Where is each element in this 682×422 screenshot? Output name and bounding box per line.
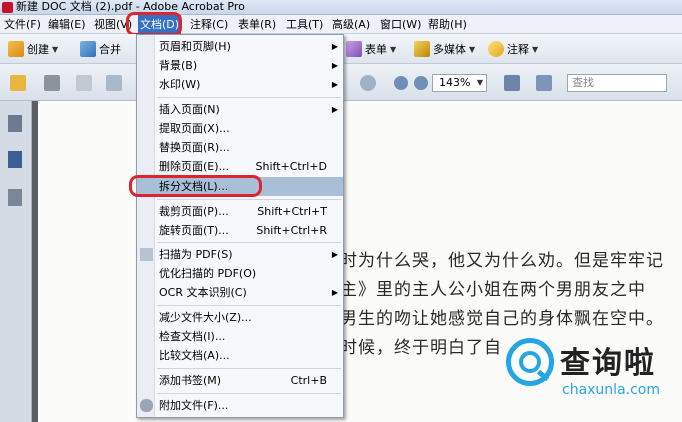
- menu-comments[interactable]: 注释(C): [188, 15, 230, 34]
- menu-advanced[interactable]: 高级(A): [330, 15, 372, 34]
- zoom-tool-icon[interactable]: [360, 75, 376, 91]
- email-icon[interactable]: [106, 75, 122, 91]
- shortcut-label: Ctrl+B: [290, 374, 327, 387]
- bookmarks-icon[interactable]: [8, 151, 22, 168]
- site-watermark: 查询啦 chaxunla.com: [500, 330, 682, 422]
- document-line-4: 时候，终于明白了自: [340, 338, 502, 358]
- fit-page-icon[interactable]: [536, 75, 552, 91]
- menu-divider: [157, 199, 341, 200]
- submenu-arrow-icon: ▶: [331, 61, 338, 70]
- menu-item-optimize-scanned-pdf[interactable]: 优化扫描的 PDF(O): [137, 264, 343, 283]
- create-label: 创建: [27, 43, 49, 56]
- multimedia-icon: [414, 41, 430, 57]
- document-line-1: 时为什么哭，他又为什么劝。但是牢牢记: [340, 251, 664, 271]
- magnifier-logo-icon: [506, 338, 554, 386]
- menu-tools[interactable]: 工具(T): [284, 15, 325, 34]
- paperclip-icon: [140, 399, 153, 412]
- submenu-arrow-icon: ▶: [331, 42, 338, 51]
- combine-label: 合并: [99, 43, 121, 56]
- menu-divider: [157, 242, 341, 243]
- document-line-2: 主》里的主人公小姐在两个男朋友之中: [340, 280, 646, 300]
- find-placeholder: 查找: [572, 76, 594, 89]
- forms-button[interactable]: 表单 ▼: [346, 41, 396, 57]
- menu-divider: [157, 393, 341, 394]
- signatures-icon[interactable]: [8, 189, 22, 206]
- pages-icon[interactable]: [8, 115, 22, 132]
- watermark-url: chaxunla.com: [562, 382, 660, 398]
- zoom-in-icon[interactable]: [414, 76, 428, 90]
- menu-item-crop-pages[interactable]: 裁剪页面(P)... Shift+Ctrl+T: [137, 202, 343, 221]
- menu-forms[interactable]: 表单(R): [236, 15, 278, 34]
- submenu-arrow-icon: ▶: [331, 250, 338, 259]
- menu-item-replace-pages[interactable]: 替换页面(R)...: [137, 138, 343, 157]
- comment-bubble-icon: [488, 41, 504, 57]
- create-button[interactable]: 创建 ▼: [8, 41, 58, 57]
- open-folder-icon[interactable]: [10, 75, 26, 91]
- save-icon[interactable]: [76, 75, 92, 91]
- navigation-pane: [0, 101, 32, 422]
- chevron-down-icon: ▼: [532, 44, 539, 54]
- document-menu-highlight-ring: [126, 12, 182, 36]
- menu-item-add-bookmark[interactable]: 添加书签(M) Ctrl+B: [137, 371, 343, 390]
- fit-width-icon[interactable]: [504, 75, 520, 91]
- menu-item-rotate-pages[interactable]: 旋转页面(T)... Shift+Ctrl+R: [137, 221, 343, 240]
- menu-file[interactable]: 文件(F): [2, 15, 43, 34]
- menu-divider: [157, 368, 341, 369]
- combine-button[interactable]: 合并: [80, 41, 121, 57]
- combine-files-icon: [80, 41, 96, 57]
- shortcut-label: Shift+Ctrl+R: [256, 224, 327, 237]
- menu-item-compare-documents[interactable]: 比较文档(A)...: [137, 346, 343, 365]
- print-icon[interactable]: [44, 75, 60, 91]
- menu-item-examine-document[interactable]: 检查文档(I)...: [137, 327, 343, 346]
- menu-edit[interactable]: 编辑(E): [46, 15, 88, 34]
- comment-button[interactable]: 注释 ▼: [488, 41, 538, 57]
- shortcut-label: Shift+Ctrl+D: [255, 160, 327, 173]
- menu-bar: 文件(F) 编辑(E) 视图(V) 文档(D) 注释(C) 表单(R) 工具(T…: [0, 15, 682, 34]
- menu-item-insert-pages[interactable]: 插入页面(N) ▶: [137, 100, 343, 119]
- scanner-icon: [140, 248, 153, 261]
- menu-item-attach-file[interactable]: 附加文件(F)...: [137, 396, 343, 415]
- zoom-value: 143%: [439, 76, 471, 89]
- multimedia-button[interactable]: 多媒体 ▼: [414, 41, 475, 57]
- shortcut-label: Shift+Ctrl+T: [257, 205, 327, 218]
- chevron-down-icon: ▼: [476, 78, 483, 87]
- comment-label: 注释: [507, 43, 529, 56]
- zoom-level-field[interactable]: 143% ▼: [432, 74, 487, 92]
- split-document-highlight-ring: [129, 175, 262, 197]
- acrobat-app-icon: [2, 2, 13, 13]
- menu-item-delete-pages[interactable]: 删除页面(E)... Shift+Ctrl+D: [137, 157, 343, 176]
- document-menu: 页眉和页脚(H) ▶ 背景(B) ▶ 水印(W) ▶ 插入页面(N) ▶ 提取页…: [136, 34, 344, 418]
- title-bar: 新建 DOC 文档 (2).pdf - Adobe Acrobat Pro: [0, 0, 682, 15]
- forms-label: 表单: [365, 43, 387, 56]
- menu-divider: [157, 97, 341, 98]
- menu-item-reduce-file-size[interactable]: 减少文件大小(Z)...: [137, 308, 343, 327]
- forms-icon: [346, 41, 362, 57]
- menu-window[interactable]: 窗口(W): [378, 15, 423, 34]
- create-pdf-icon: [8, 41, 24, 57]
- menu-item-extract-pages[interactable]: 提取页面(X)...: [137, 119, 343, 138]
- menu-item-scan-to-pdf[interactable]: 扫描为 PDF(S) ▶: [137, 245, 343, 264]
- submenu-arrow-icon: ▶: [331, 80, 338, 89]
- menu-item-background[interactable]: 背景(B) ▶: [137, 56, 343, 75]
- document-line-3: 男生的吻让她感觉自己的身体飘在空中。: [340, 309, 664, 329]
- submenu-arrow-icon: ▶: [331, 288, 338, 297]
- find-input[interactable]: 查找: [567, 74, 667, 92]
- menu-item-watermark[interactable]: 水印(W) ▶: [137, 75, 343, 94]
- menu-item-ocr[interactable]: OCR 文本识别(C) ▶: [137, 283, 343, 302]
- chevron-down-icon: ▼: [52, 44, 59, 54]
- menu-item-header-footer[interactable]: 页眉和页脚(H) ▶: [137, 37, 343, 56]
- menu-help[interactable]: 帮助(H): [426, 15, 469, 34]
- submenu-arrow-icon: ▶: [331, 105, 338, 114]
- multimedia-label: 多媒体: [433, 43, 466, 56]
- watermark-brand: 查询啦: [560, 346, 656, 381]
- menu-divider: [157, 305, 341, 306]
- chevron-down-icon: ▼: [469, 44, 476, 54]
- zoom-out-icon[interactable]: [394, 76, 408, 90]
- chevron-down-icon: ▼: [390, 44, 397, 54]
